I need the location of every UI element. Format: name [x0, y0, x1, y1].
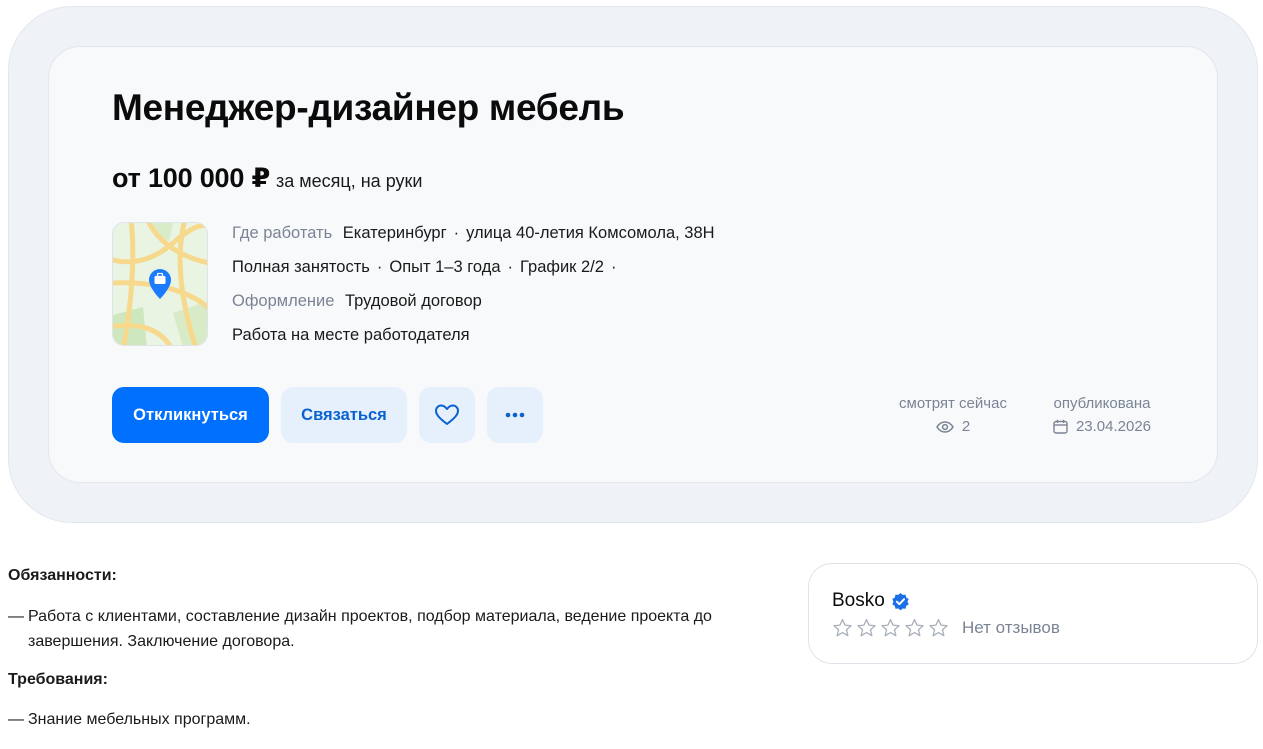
star-icon [929, 618, 948, 637]
heart-icon [435, 404, 459, 425]
more-dots-icon [505, 412, 525, 418]
salary-period: за месяц, на руки [276, 171, 423, 191]
contract-row: Оформление Трудовой договор [232, 290, 715, 324]
reviews-text[interactable]: Нет отзывов [962, 618, 1060, 638]
eye-icon [935, 420, 954, 433]
city[interactable]: Екатеринбург [343, 224, 447, 242]
favorite-button[interactable] [419, 387, 475, 443]
salary: от 100 000 ₽ за месяц, на руки [112, 163, 422, 194]
workplace: Работа на месте работодателя [232, 326, 470, 344]
responsibilities-list: — Работа с клиентами, составление дизайн… [8, 604, 768, 654]
location-label: Где работать [232, 224, 333, 242]
calendar-icon [1053, 419, 1068, 434]
requirements-title: Требования: [8, 671, 108, 688]
star-icon [857, 618, 876, 637]
star-icon [881, 618, 900, 637]
contract-label: Оформление [232, 292, 335, 310]
responsibilities-title: Обязанности: [8, 567, 117, 584]
salary-amount: от 100 000 ₽ [112, 163, 271, 193]
viewers-stat: смотрят сейчас 2 [895, 395, 1011, 435]
address[interactable]: улица 40-летия Комсомола, 38Н [466, 224, 714, 242]
vacancy-details: Где работать Екатеринбург · улица 40-летия… [232, 222, 715, 358]
employer-name-row: Bosko [832, 590, 910, 612]
contract-type: Трудовой договор [345, 292, 482, 310]
published-label: опубликована [1053, 395, 1151, 412]
workplace-row: Работа на месте работодателя [232, 324, 715, 358]
viewers-count: 2 [961, 418, 971, 435]
list-item: — Работа с клиентами, составление дизайн… [8, 604, 768, 654]
rating-stars [832, 618, 949, 638]
published-stat: опубликована 23.04.2026 [1048, 395, 1156, 435]
separator-dot: · [610, 258, 617, 276]
star-icon [905, 618, 924, 637]
conditions-row: Полная занятость · Опыт 1–3 года · График 2/… [232, 256, 715, 290]
apply-button[interactable]: Откликнуться [112, 387, 269, 443]
list-dash: — [8, 711, 24, 728]
separator-dot: · [507, 258, 514, 276]
viewers-label: смотрят сейчас [899, 395, 1007, 412]
location-row: Где работать Екатеринбург · улица 40-летия… [232, 222, 715, 256]
contact-button[interactable]: Связаться [281, 387, 407, 443]
responsibility-text: Работа с клиентами, составление дизайн п… [28, 608, 712, 650]
employer-card[interactable]: Bosko Нет отзывов [808, 563, 1258, 664]
more-button[interactable] [487, 387, 543, 443]
list-item: — Знание мебельных программ. [8, 709, 251, 731]
requirements-list: — Знание мебельных программ. [8, 709, 251, 731]
separator-dot: · [453, 224, 460, 242]
verified-badge-icon [892, 592, 909, 610]
map-image [113, 223, 207, 345]
list-dash: — [8, 608, 24, 625]
employment-type: Полная занятость [232, 258, 370, 276]
vacancy-card: Менеджер-дизайнер мебель от 100 000 ₽ за … [48, 46, 1218, 483]
star-icon [833, 618, 852, 637]
vacancy-title: Менеджер-дизайнер мебель [112, 87, 625, 128]
published-date: 23.04.2026 [1075, 418, 1152, 435]
employer-rating: Нет отзывов [832, 618, 1060, 638]
separator-dot: · [376, 258, 383, 276]
schedule: График 2/2 [520, 258, 604, 276]
location-map-thumbnail[interactable] [112, 222, 208, 346]
employer-name[interactable]: Bosko [832, 590, 885, 612]
experience: Опыт 1–3 года [389, 258, 501, 276]
requirement-text: Знание мебельных программ. [28, 711, 251, 728]
